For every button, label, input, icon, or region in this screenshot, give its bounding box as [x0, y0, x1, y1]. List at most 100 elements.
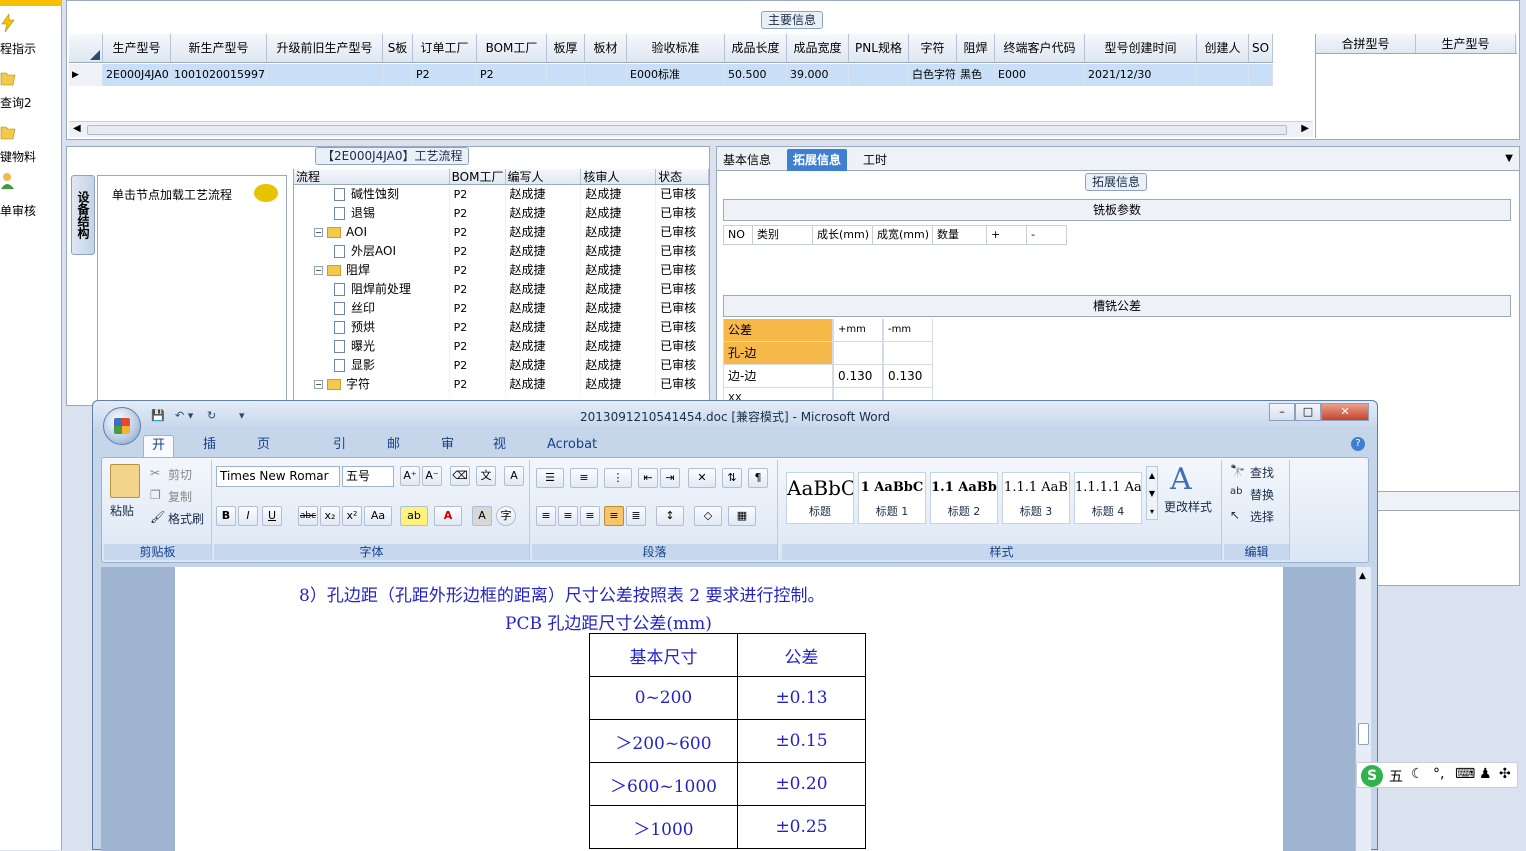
vertical-scrollbar[interactable]: ▲: [1355, 567, 1371, 851]
speech-bubble-icon[interactable]: [254, 184, 278, 202]
select-button[interactable]: 选择: [1250, 508, 1274, 525]
tab-page-layout[interactable]: 页面布局: [249, 435, 278, 512]
tab-device-structure[interactable]: 设备结构: [71, 175, 95, 255]
grid-column-header[interactable]: 型号创建时间: [1085, 34, 1197, 62]
paste-icon[interactable]: [110, 464, 140, 498]
tab-acrobat[interactable]: Acrobat: [539, 435, 605, 457]
grid-cell[interactable]: [1197, 64, 1249, 86]
help-icon[interactable]: ?: [1351, 437, 1365, 451]
tol-plus-cell[interactable]: [833, 342, 883, 365]
borders-icon[interactable]: ▦: [728, 506, 756, 526]
col-writer[interactable]: 编写人: [506, 169, 582, 184]
decrease-indent-icon[interactable]: ⇤: [638, 468, 658, 488]
tree-row[interactable]: − AOI P2 赵成捷 赵成捷 已审核: [294, 223, 709, 242]
tab-insert[interactable]: 插入: [195, 435, 224, 472]
char-border-icon[interactable]: A: [504, 466, 524, 486]
scrollbar-thumb[interactable]: [1358, 723, 1369, 745]
sidebar-item-audit[interactable]: 单审核: [0, 172, 62, 218]
style-card[interactable]: 1.1 AaBb 标题 2: [930, 472, 998, 524]
cut-icon[interactable]: ✂: [150, 466, 160, 480]
col-width[interactable]: 成宽(mm): [873, 225, 933, 245]
tol-minus-cell[interactable]: [883, 342, 933, 365]
shading-icon[interactable]: ◇: [694, 506, 722, 526]
tree-row[interactable]: 预烘 P2 赵成捷 赵成捷 已审核: [294, 318, 709, 337]
tab-home[interactable]: 开始: [143, 435, 175, 473]
align-right-icon[interactable]: ≡: [580, 506, 600, 526]
tol-plus-cell[interactable]: 0.130: [833, 365, 883, 388]
tab-review[interactable]: 审阅: [433, 435, 462, 472]
tab-basic-info[interactable]: 基本信息: [717, 149, 777, 171]
tree-row[interactable]: − 阻焊 P2 赵成捷 赵成捷 已审核: [294, 261, 709, 280]
scrollbar-thumb[interactable]: [87, 125, 1287, 135]
font-name-select[interactable]: Times New Romar: [216, 466, 340, 487]
col-minus[interactable]: -: [1027, 225, 1067, 245]
grid-cell[interactable]: 白色字符: [909, 64, 957, 86]
collapse-icon[interactable]: −: [314, 228, 323, 237]
grid-cell[interactable]: [383, 64, 413, 86]
grid-cell[interactable]: [547, 64, 585, 86]
bold-icon[interactable]: B: [216, 506, 236, 526]
grid-column-header[interactable]: 阻焊: [957, 34, 995, 62]
maximize-button[interactable]: □: [1295, 403, 1321, 421]
grid-column-header[interactable]: 板厚: [547, 34, 585, 62]
tab-extension-info[interactable]: 拓展信息: [787, 149, 848, 171]
copy-icon[interactable]: ❐: [150, 488, 161, 502]
select-icon[interactable]: ↖: [1230, 508, 1240, 522]
customize-qat-icon[interactable]: ▾: [239, 409, 245, 425]
style-card[interactable]: 1 AaBbC 标题 1: [858, 472, 926, 524]
grid-cell[interactable]: 2E000J4JA0: [103, 64, 171, 86]
change-styles-button[interactable]: 更改样式: [1164, 498, 1212, 515]
horizontal-scrollbar[interactable]: ◀ ▶: [69, 121, 1313, 137]
copy-button[interactable]: 复制: [168, 488, 192, 505]
char-shading-icon[interactable]: A: [472, 506, 492, 526]
document-page[interactable]: 8）孔边距（孔距外形边框的距离）尺寸公差按照表 2 要求进行控制。 PCB 孔边…: [175, 567, 1283, 851]
table-row[interactable]: 边-边 0.130 0.130: [723, 365, 933, 388]
tab-view[interactable]: 视图: [485, 435, 514, 472]
grid-column-header[interactable]: 终端客户代码: [995, 34, 1085, 62]
format-painter-icon[interactable]: 🖌: [150, 510, 165, 524]
highlight-icon[interactable]: ab: [400, 506, 428, 526]
grid-cell[interactable]: [849, 64, 909, 86]
tree-row[interactable]: 碱性蚀刻 P2 赵成捷 赵成捷 已审核: [294, 185, 709, 204]
asian-layout-icon[interactable]: ✕: [688, 468, 716, 488]
keyboard-icon[interactable]: ⌨: [1455, 766, 1475, 782]
justify-icon[interactable]: ≡: [604, 506, 624, 526]
minimize-button[interactable]: –: [1269, 403, 1295, 421]
ime-mode-label[interactable]: 五: [1389, 766, 1403, 786]
numbering-icon[interactable]: ≡: [570, 468, 598, 488]
sidebar-item-key-material[interactable]: 键物料: [0, 120, 62, 164]
grid-cell[interactable]: 39.000: [787, 64, 849, 86]
settings-icon[interactable]: ✣: [1499, 766, 1511, 782]
subscript-icon[interactable]: x₂: [320, 506, 340, 526]
line-spacing-icon[interactable]: ↕: [656, 506, 684, 526]
tree-row[interactable]: 阻焊前处理 P2 赵成捷 赵成捷 已审核: [294, 280, 709, 299]
grid-cell[interactable]: 10010200159971: [171, 64, 267, 86]
close-button[interactable]: ✕: [1321, 403, 1369, 421]
grid-cell[interactable]: [267, 64, 383, 86]
tolerance-cell[interactable]: ±0.25: [737, 805, 866, 849]
tree-row[interactable]: 丝印 P2 赵成捷 赵成捷 已审核: [294, 299, 709, 318]
find-icon[interactable]: 🔭: [1230, 464, 1245, 478]
grid-column-header[interactable]: 字符: [909, 34, 957, 62]
col-category[interactable]: 类别: [753, 225, 813, 245]
col-auditor[interactable]: 核审人: [581, 169, 657, 184]
moon-icon[interactable]: ☾: [1411, 766, 1424, 782]
col-flow[interactable]: 流程: [294, 169, 450, 184]
underline-icon[interactable]: U: [262, 506, 282, 526]
tol-minus-cell[interactable]: 0.130: [883, 365, 933, 388]
tree-row[interactable]: 曝光 P2 赵成捷 赵成捷 已审核: [294, 337, 709, 356]
grid-column-header[interactable]: SO: [1249, 34, 1273, 62]
grid-column-header[interactable]: S板: [383, 34, 413, 62]
col-quantity[interactable]: 数量: [933, 225, 987, 245]
multilevel-list-icon[interactable]: ⋮: [604, 468, 632, 488]
replace-button[interactable]: 替换: [1250, 486, 1274, 503]
col-combine-model[interactable]: 合拼型号: [1316, 34, 1416, 53]
basic-size-cell[interactable]: ＞200~600: [589, 719, 738, 763]
basic-size-cell[interactable]: ＞1000: [589, 805, 738, 849]
show-marks-icon[interactable]: ¶: [748, 468, 768, 488]
tab-work-hours[interactable]: 工时: [857, 149, 893, 171]
grid-column-header[interactable]: 板材: [585, 34, 627, 62]
basic-size-cell[interactable]: 0~200: [589, 676, 738, 720]
cut-button[interactable]: 剪切: [168, 466, 192, 483]
grid-cell[interactable]: [585, 64, 627, 86]
